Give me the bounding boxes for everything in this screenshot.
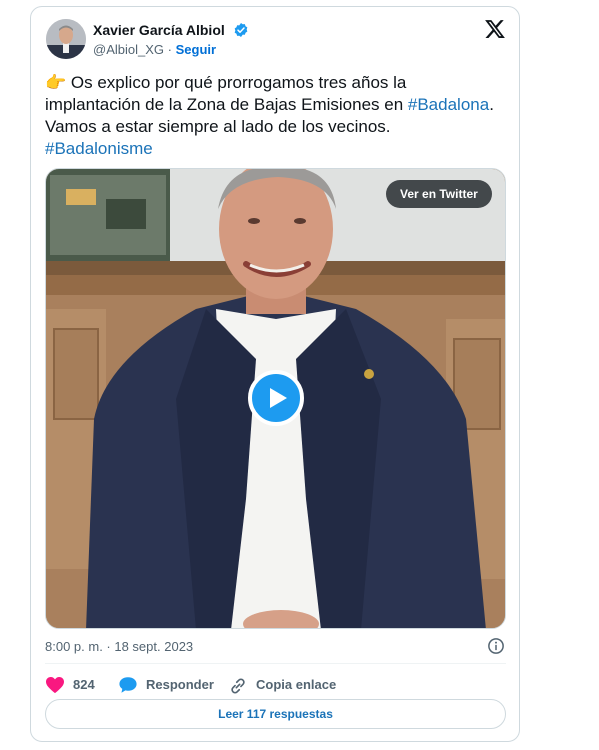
play-icon <box>270 388 287 408</box>
separator-dot: · <box>167 42 172 57</box>
hashtag-badalona[interactable]: #Badalona <box>408 95 489 114</box>
view-on-twitter-button[interactable]: Ver en Twitter <box>386 180 492 208</box>
tweet-line-1: 👉 Os explico por qué prorrogamos tres añ… <box>45 72 515 94</box>
reply-button[interactable]: Responder <box>118 674 228 696</box>
tweet-line-3: Vamos a estar siempre al lado de los vec… <box>45 117 391 136</box>
reply-bubble-icon <box>119 677 137 693</box>
author-name[interactable]: Xavier García Albiol <box>93 22 249 38</box>
info-icon[interactable] <box>487 637 505 655</box>
read-replies-button[interactable]: Leer 117 respuestas <box>45 699 506 729</box>
link-icon <box>231 678 245 694</box>
like-button[interactable]: 824 <box>45 674 115 696</box>
tweet-line-4: #Badalonisme <box>45 138 515 160</box>
tweet-line-2-text: implantación de la Zona de Bajas Emision… <box>45 95 408 114</box>
video-player[interactable]: Ver en Twitter <box>45 168 506 629</box>
pointing-hand-emoji: 👉 <box>45 73 67 92</box>
play-button[interactable] <box>248 370 304 426</box>
x-logo-icon[interactable] <box>484 18 506 40</box>
avatar[interactable] <box>46 19 86 59</box>
verified-badge-icon <box>234 23 247 37</box>
tweet-line-2-end: . <box>489 95 494 114</box>
tweet-timestamp[interactable]: 8:00 p. m. · 18 sept. 2023 <box>45 639 193 654</box>
follow-button[interactable]: Seguir <box>176 42 216 57</box>
tweet-line-1-text: Os explico por qué prorrogamos tres años… <box>70 73 407 92</box>
like-count: 824 <box>73 677 95 692</box>
handle-line: @Albiol_XG · Seguir <box>93 42 216 57</box>
author-name-text: Xavier García Albiol <box>93 22 225 38</box>
tweet-text: 👉 Os explico por qué prorrogamos tres añ… <box>45 72 515 160</box>
hashtag-badalonisme[interactable]: #Badalonisme <box>45 139 153 158</box>
divider <box>45 663 506 664</box>
tweet-card: Xavier García Albiol @Albiol_XG · Seguir… <box>30 6 520 742</box>
reply-label: Responder <box>146 677 214 692</box>
author-handle[interactable]: @Albiol_XG <box>93 42 164 57</box>
copy-link-label: Copia enlace <box>256 677 337 692</box>
tweet-line-2: implantación de la Zona de Bajas Emision… <box>45 94 515 116</box>
copy-link-button[interactable]: Copia enlace <box>228 674 348 696</box>
heart-icon <box>46 676 64 694</box>
